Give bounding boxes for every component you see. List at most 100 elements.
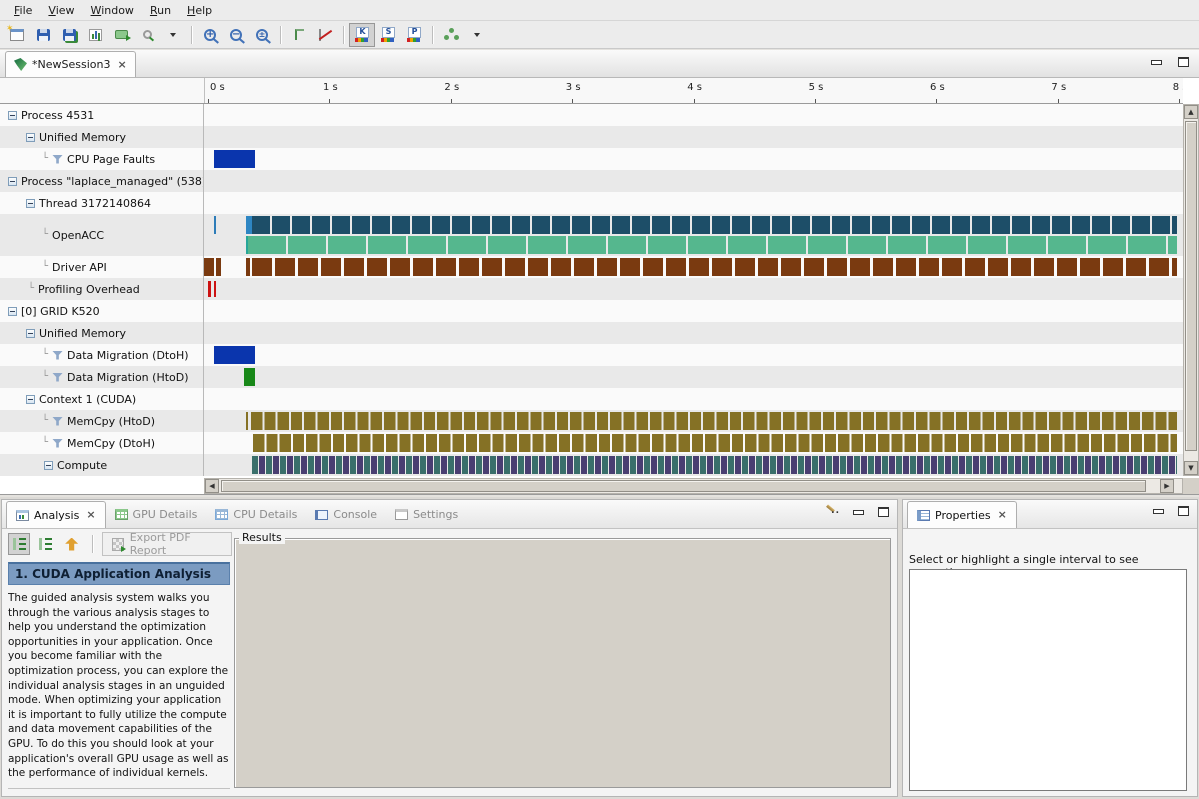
interval-bar[interactable] [214, 216, 216, 234]
back-up-button[interactable] [61, 533, 83, 555]
export-pdf-button[interactable]: Export PDF Report [102, 532, 232, 556]
row-track-data-migration-dtoh[interactable] [204, 344, 1183, 366]
interval-bar[interactable] [214, 281, 217, 297]
new-session-button[interactable] [4, 23, 30, 47]
maximize-icon[interactable] [878, 507, 889, 517]
scroll-right-icon[interactable]: ▶ [1160, 479, 1174, 493]
scroll-down-icon[interactable]: ▼ [1184, 461, 1198, 475]
session-tab[interactable]: *NewSession3 × [5, 51, 136, 77]
filter-icon[interactable] [52, 439, 63, 448]
collapse-icon[interactable] [8, 307, 17, 316]
maximize-icon[interactable] [1178, 506, 1189, 516]
tab-settings[interactable]: Settings [386, 501, 467, 528]
vertical-scrollbar[interactable]: ▲ ▼ [1183, 104, 1199, 476]
interval-bar[interactable] [248, 236, 1177, 254]
close-icon[interactable]: × [115, 60, 126, 70]
horizontal-scroll-thumb[interactable] [221, 480, 1146, 492]
guided-analysis-button[interactable] [8, 533, 30, 555]
row-label-data-migration-htod[interactable]: └Data Migration (HtoD) [0, 366, 204, 388]
row-track-driver-api[interactable] [204, 256, 1183, 278]
tab-cpu-details[interactable]: CPU Details [206, 501, 306, 528]
call-graph-button[interactable] [438, 23, 464, 47]
menu-window[interactable]: Window [83, 2, 142, 19]
row-label-memcpy-dtoh[interactable]: └MemCpy (DtoH) [0, 432, 204, 454]
dropdown-caret[interactable] [160, 23, 186, 47]
collapse-icon[interactable] [26, 395, 35, 404]
colorize-process-button[interactable] [401, 23, 427, 47]
row-label-thread-3172140864[interactable]: Thread 3172140864 [0, 192, 204, 214]
row-label-memcpy-htod[interactable]: └MemCpy (HtoD) [0, 410, 204, 432]
interval-bar[interactable] [251, 412, 1177, 430]
menu-help[interactable]: Help [179, 2, 220, 19]
row-track-openacc[interactable] [204, 214, 1183, 256]
collapse-icon[interactable] [26, 133, 35, 142]
minimize-icon[interactable] [853, 510, 864, 515]
row-label-process-laplace-managed[interactable]: Process "laplace_managed" (538) [0, 170, 204, 192]
row-track-unified-memory-gpu[interactable] [204, 322, 1183, 344]
vertical-scroll-thumb[interactable] [1185, 121, 1197, 451]
interval-bar[interactable] [252, 456, 1178, 474]
row-track-process-laplace-managed[interactable] [204, 170, 1183, 192]
row-label-compute[interactable]: Compute [0, 454, 204, 476]
interval-bar[interactable] [252, 216, 1178, 234]
row-label-unified-memory-host[interactable]: Unified Memory [0, 126, 204, 148]
view-menu-icon[interactable] [825, 506, 839, 518]
collapse-icon[interactable] [8, 111, 17, 120]
row-track-unified-memory-host[interactable] [204, 126, 1183, 148]
interval-bar[interactable] [208, 281, 211, 297]
interval-bar[interactable] [214, 346, 254, 364]
row-track-cpu-page-faults[interactable] [204, 148, 1183, 170]
zoom-reset-button[interactable] [249, 23, 275, 47]
mark-clear-button[interactable] [312, 23, 338, 47]
filter-icon[interactable] [52, 351, 63, 360]
colorize-kernel-button[interactable] [349, 23, 375, 47]
collapse-icon[interactable] [26, 329, 35, 338]
row-label-context-1-cuda[interactable]: Context 1 (CUDA) [0, 388, 204, 410]
interval-bar[interactable] [252, 258, 1178, 276]
menu-run[interactable]: Run [142, 2, 179, 19]
minimize-icon[interactable] [1151, 60, 1162, 65]
interval-bar[interactable] [244, 368, 255, 386]
menu-file[interactable]: File [6, 2, 40, 19]
tab-console[interactable]: Console [306, 501, 386, 528]
row-track-profiling-overhead[interactable] [204, 278, 1183, 300]
row-track-grid-k520[interactable] [204, 300, 1183, 322]
filter-icon[interactable] [52, 373, 63, 382]
interval-bar[interactable] [214, 150, 254, 168]
inspect-button[interactable] [134, 23, 160, 47]
interval-bar[interactable] [216, 258, 221, 276]
row-track-process-4531[interactable] [204, 104, 1183, 126]
row-track-context-1-cuda[interactable] [204, 388, 1183, 410]
zoom-in-button[interactable] [197, 23, 223, 47]
horizontal-scrollbar[interactable]: ◀ ▶ [204, 478, 1183, 494]
tab-gpu-details[interactable]: GPU Details [106, 501, 207, 528]
row-label-grid-k520[interactable]: [0] GRID K520 [0, 300, 204, 322]
scroll-up-icon[interactable]: ▲ [1184, 105, 1198, 119]
menu-view[interactable]: View [40, 2, 82, 19]
dropdown-caret[interactable] [464, 23, 490, 47]
maximize-icon[interactable] [1178, 57, 1189, 67]
row-track-memcpy-htod[interactable] [204, 410, 1183, 432]
zoom-out-button[interactable] [223, 23, 249, 47]
collapse-icon[interactable] [8, 177, 17, 186]
mark-start-button[interactable] [286, 23, 312, 47]
interval-bar[interactable] [253, 434, 1177, 452]
row-track-memcpy-dtoh[interactable] [204, 432, 1183, 454]
filter-icon[interactable] [52, 417, 63, 426]
row-label-openacc[interactable]: └OpenACC [0, 214, 204, 256]
interval-bar[interactable] [204, 258, 214, 276]
colorize-stream-button[interactable] [375, 23, 401, 47]
row-track-thread-3172140864[interactable] [204, 192, 1183, 214]
row-label-process-4531[interactable]: Process 4531 [0, 104, 204, 126]
row-label-data-migration-dtoh[interactable]: └Data Migration (DtoH) [0, 344, 204, 366]
interval-bar[interactable] [246, 258, 250, 276]
collapse-icon[interactable] [44, 461, 53, 470]
run-app-button[interactable] [108, 23, 134, 47]
close-icon[interactable]: × [996, 510, 1007, 520]
scroll-left-icon[interactable]: ◀ [205, 479, 219, 493]
row-track-compute[interactable] [204, 454, 1183, 476]
save-button[interactable] [30, 23, 56, 47]
collapse-icon[interactable] [26, 199, 35, 208]
tab-analysis[interactable]: Analysis× [6, 501, 106, 528]
row-label-profiling-overhead[interactable]: └Profiling Overhead [0, 278, 204, 300]
